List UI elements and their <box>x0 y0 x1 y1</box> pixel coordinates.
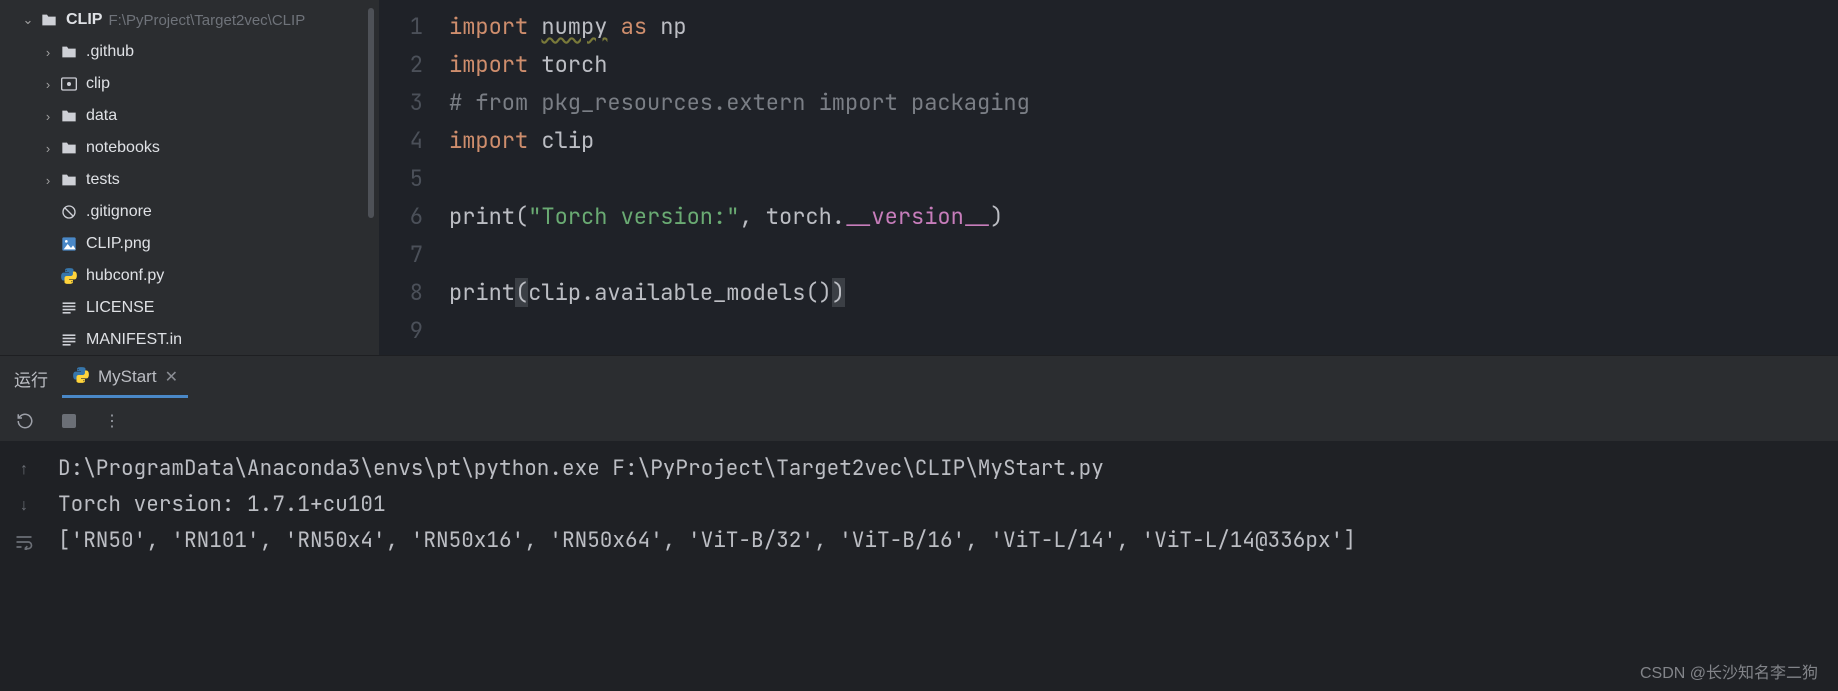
file-icon <box>58 301 80 315</box>
tree-item-clip-png[interactable]: CLIP.png <box>0 228 379 260</box>
console-gutter: ↑ ↓ <box>0 441 48 691</box>
tree-item-license[interactable]: LICENSE <box>0 292 379 324</box>
tree-item-label: notebooks <box>86 139 160 157</box>
down-icon[interactable]: ↓ <box>13 495 35 517</box>
chevron-right-icon[interactable]: › <box>38 173 58 188</box>
tree-item--gitignore[interactable]: .gitignore <box>0 196 379 228</box>
tree-root-label: CLIP <box>66 11 102 29</box>
editor-code-area[interactable]: import numpy as npimport torch# from pkg… <box>441 0 1838 355</box>
tree-item-label: MANIFEST.in <box>86 331 182 349</box>
tree-item-hubconf-py[interactable]: hubconf.py <box>0 260 379 292</box>
chevron-down-icon[interactable]: ⌄ <box>18 12 38 28</box>
file-icon <box>58 236 80 252</box>
file-icon <box>58 173 80 187</box>
file-icon <box>58 109 80 123</box>
chevron-right-icon[interactable]: › <box>38 77 58 92</box>
run-tabbar: 运行 MyStart ✕ <box>0 355 1838 401</box>
chevron-right-icon[interactable]: › <box>38 45 58 60</box>
rerun-icon[interactable] <box>14 410 36 432</box>
project-sidebar[interactable]: ⌄ CLIP F:\PyProject\Target2vec\CLIP › .gi… <box>0 0 379 355</box>
tree-item-clip[interactable]: › clip <box>0 68 379 100</box>
file-icon <box>58 204 80 220</box>
tree-item-label: tests <box>86 171 120 189</box>
chevron-right-icon[interactable]: › <box>38 141 58 156</box>
folder-icon <box>38 13 60 27</box>
file-icon <box>58 267 80 285</box>
tree-item-notebooks[interactable]: › notebooks <box>0 132 379 164</box>
file-icon <box>58 77 80 91</box>
softwrap-icon[interactable] <box>13 531 35 553</box>
run-toolbar: ⋮ <box>0 401 1838 441</box>
close-icon[interactable]: ✕ <box>165 367 178 387</box>
editor-gutter: 123456789 <box>379 0 441 355</box>
sidebar-scrollbar[interactable] <box>368 8 374 218</box>
file-icon <box>58 141 80 155</box>
tree-item--github[interactable]: › .github <box>0 36 379 68</box>
more-icon[interactable]: ⋮ <box>102 410 124 432</box>
tree-item-tests[interactable]: › tests <box>0 164 379 196</box>
tree-item-label: .gitignore <box>86 203 152 221</box>
project-tree: ⌄ CLIP F:\PyProject\Target2vec\CLIP › .gi… <box>0 0 379 355</box>
up-icon[interactable]: ↑ <box>13 459 35 481</box>
file-icon <box>58 45 80 59</box>
tree-item-label: LICENSE <box>86 299 154 317</box>
run-label: 运行 <box>14 366 48 391</box>
chevron-right-icon[interactable]: › <box>38 109 58 124</box>
tree-item-label: .github <box>86 43 134 61</box>
tree-root[interactable]: ⌄ CLIP F:\PyProject\Target2vec\CLIP <box>0 4 379 36</box>
console-panel: ↑ ↓ D:\ProgramData\Anaconda3\envs\pt\pyt… <box>0 441 1838 691</box>
tree-item-label: hubconf.py <box>86 267 164 285</box>
tree-item-label: clip <box>86 75 110 93</box>
stop-icon[interactable] <box>58 410 80 432</box>
tree-item-label: data <box>86 107 117 125</box>
watermark: CSDN @长沙知名李二狗 <box>1640 659 1818 683</box>
run-tab-mystart[interactable]: MyStart ✕ <box>62 360 188 398</box>
console-output[interactable]: D:\ProgramData\Anaconda3\envs\pt\python.… <box>48 441 1838 691</box>
code-editor[interactable]: 123456789 import numpy as npimport torch… <box>379 0 1838 355</box>
python-file-icon <box>72 366 90 389</box>
run-tab-label: MyStart <box>98 367 157 387</box>
file-icon <box>58 333 80 347</box>
tree-item-data[interactable]: › data <box>0 100 379 132</box>
tree-root-path: F:\PyProject\Target2vec\CLIP <box>108 12 305 29</box>
tree-item-label: CLIP.png <box>86 235 151 253</box>
tree-item-manifest-in[interactable]: MANIFEST.in <box>0 324 379 355</box>
